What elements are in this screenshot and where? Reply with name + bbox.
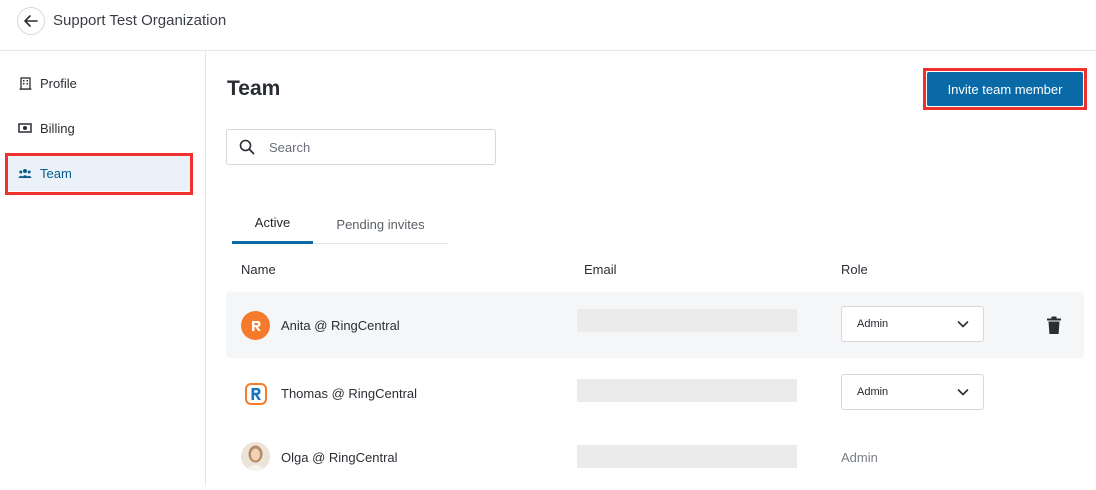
sidebar: Profile Billing Team: [0, 51, 206, 486]
tab-bar: Active Pending invites: [232, 204, 448, 244]
chevron-down-icon: [957, 321, 969, 328]
column-header-role: Role: [841, 262, 868, 277]
email-redacted: [577, 445, 797, 468]
email-redacted: [577, 309, 797, 332]
role-value: Admin: [857, 318, 889, 330]
people-icon: [18, 166, 32, 180]
role-dropdown[interactable]: Admin: [841, 306, 984, 342]
member-name: Thomas @ RingCentral: [281, 386, 418, 401]
email-redacted: [577, 379, 797, 402]
ringcentral-blue-logo: [241, 379, 270, 408]
tab-active[interactable]: Active: [232, 204, 313, 244]
sidebar-item-label: Profile: [40, 75, 77, 91]
sidebar-item-profile[interactable]: Profile: [8, 65, 190, 101]
photo-avatar: [241, 442, 270, 471]
sidebar-item-billing[interactable]: Billing: [8, 110, 190, 146]
member-name: Anita @ RingCentral: [281, 318, 400, 333]
member-name: Olga @ RingCentral: [281, 450, 398, 465]
back-button[interactable]: [17, 7, 45, 35]
column-header-name: Name: [241, 262, 276, 277]
money-icon: [18, 121, 32, 135]
chevron-down-icon: [957, 389, 969, 396]
trash-icon[interactable]: [1046, 316, 1064, 336]
table-row[interactable]: Anita @ RingCentral Admin: [226, 292, 1084, 358]
search-box: [226, 129, 496, 165]
arrow-left-icon: [24, 15, 38, 27]
top-bar: Support Test Organization: [0, 0, 1096, 51]
search-input[interactable]: [269, 139, 469, 155]
column-header-email: Email: [584, 262, 617, 277]
sidebar-item-team[interactable]: Team: [8, 155, 190, 191]
search-icon: [239, 139, 255, 155]
role-value: Admin: [841, 450, 878, 465]
role-dropdown[interactable]: Admin: [841, 374, 984, 410]
building-icon: [18, 76, 32, 90]
organization-title: Support Test Organization: [53, 12, 227, 29]
sidebar-item-label: Billing: [40, 120, 75, 136]
sidebar-item-label: Team: [40, 165, 72, 181]
ringcentral-orange-logo: [241, 311, 270, 340]
table-row[interactable]: Olga @ RingCentral Admin: [226, 424, 1084, 490]
invite-team-member-button[interactable]: Invite team member: [927, 72, 1083, 106]
table-row[interactable]: Thomas @ RingCentral Admin: [226, 360, 1084, 426]
page-title: Team: [227, 77, 281, 100]
tab-pending-invites[interactable]: Pending invites: [313, 204, 448, 244]
role-value: Admin: [857, 386, 889, 398]
